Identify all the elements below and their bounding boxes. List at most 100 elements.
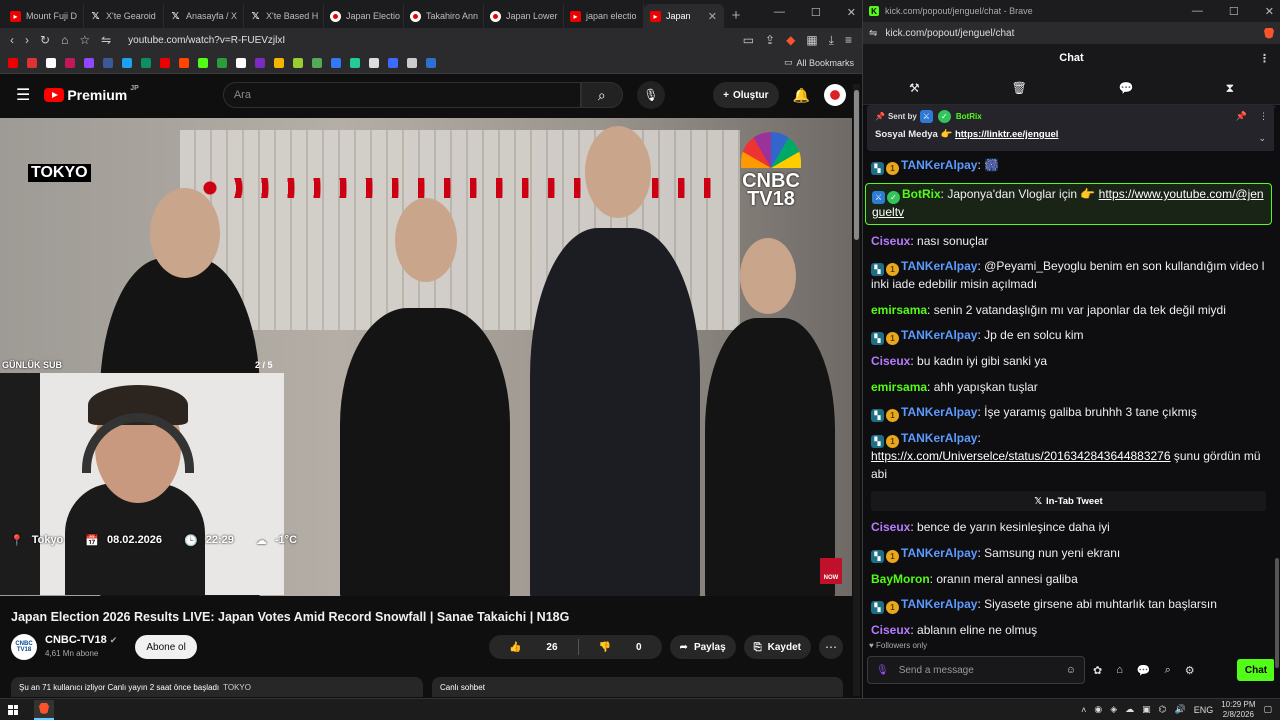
browser-tab[interactable]: ▸ Mount Fuji D [4, 4, 84, 28]
maximize-icon[interactable]: ☐ [1229, 5, 1239, 18]
bookmark-icon[interactable] [388, 57, 398, 68]
bookmark-icon[interactable] [331, 57, 341, 68]
browser-tab[interactable]: 𝕏 Anasayfa / X [164, 4, 244, 28]
bookmark-icon[interactable] [84, 57, 94, 68]
download-icon[interactable]: ⤓ [829, 33, 834, 48]
bookmark-icon[interactable] [160, 57, 170, 68]
bookmark-icon[interactable] [141, 57, 151, 68]
chat-username[interactable]: Ciseux [871, 623, 910, 637]
create-button[interactable]: + Oluştur [713, 82, 779, 108]
close-icon[interactable]: ✕ [1265, 5, 1274, 18]
search-icon[interactable]: ⌕ [1165, 664, 1171, 677]
bookmark-icon[interactable] [293, 57, 303, 68]
brave-shield-icon[interactable]: ◆ [786, 33, 795, 47]
tray-chevron-icon[interactable]: ˄ [1081, 705, 1086, 715]
bookmark-icon[interactable] [369, 57, 379, 68]
bookmark-icon[interactable] [8, 57, 18, 68]
dislike-button[interactable]: 👎 0 [579, 642, 662, 653]
browser-tab[interactable]: 𝕏 X'te Based H [244, 4, 324, 28]
mic-icon[interactable]: 🎙 [876, 665, 889, 676]
pinned-link[interactable]: https://linktr.ee/jenguel [955, 129, 1058, 140]
search-input[interactable]: Ara [222, 82, 581, 108]
emote-picker-icon[interactable]: ✿ [1093, 664, 1102, 677]
reload-icon[interactable]: ↻ [40, 33, 50, 47]
chat-scrollbar[interactable] [1274, 108, 1280, 694]
chat-username[interactable]: emirsama [871, 303, 927, 317]
tray-lang[interactable]: ENG [1194, 705, 1214, 715]
all-bookmarks-button[interactable]: ▭ All Bookmarks [784, 57, 854, 68]
home-icon[interactable]: ⌂ [61, 33, 68, 47]
bookmark-icon[interactable] [312, 57, 322, 68]
chat-username[interactable]: TANKerAlpay [901, 328, 977, 342]
browser-tab[interactable]: Japan Electio [324, 4, 404, 28]
menu-icon[interactable]: ≡ [845, 33, 852, 47]
notifications-bell-icon[interactable]: 🔔 [793, 87, 810, 104]
bookmark-icon[interactable] [217, 57, 227, 68]
network-icon[interactable]: ⌬ [1159, 704, 1167, 715]
forward-icon[interactable]: › [25, 33, 29, 47]
send-chat-button[interactable]: Chat [1237, 659, 1275, 681]
volume-icon[interactable]: 🔊 [1175, 704, 1186, 715]
bookmark-icon[interactable] [274, 57, 284, 68]
site-info-icon[interactable]: ⇋ [101, 33, 111, 47]
in-tab-tweet-button[interactable]: 𝕏 In-Tab Tweet [871, 491, 1266, 511]
bookmark-icon[interactable]: ☆ [79, 33, 90, 47]
hourglass-icon[interactable]: ⧗ [1226, 81, 1234, 96]
bookmark-icon[interactable] [103, 57, 113, 68]
unpin-icon[interactable]: 📌 [1236, 111, 1247, 122]
taskbar-clock[interactable]: 10:29 PM 2/8/2026 [1221, 700, 1255, 720]
chat-username[interactable]: Ciseux [871, 354, 910, 368]
share-icon[interactable]: ⇪ [765, 33, 775, 47]
extensions-icon[interactable]: ▦ [806, 33, 817, 47]
bookmark-icon[interactable] [236, 57, 246, 68]
chat-username[interactable]: TANKerAlpay [901, 405, 977, 419]
bookmark-icon[interactable] [122, 57, 132, 68]
bookmark-icon[interactable] [46, 57, 56, 68]
brave-shield-icon[interactable] [1264, 27, 1274, 39]
page-scrollbar[interactable] [853, 84, 860, 696]
minimize-icon[interactable]: — [774, 6, 785, 19]
gift-icon[interactable]: ⌂ [1116, 664, 1123, 676]
chat-link[interactable]: https://x.com/Universelce/status/2016342… [871, 449, 1171, 463]
chevron-down-icon[interactable]: ⌄ [1258, 133, 1266, 144]
new-tab-icon[interactable]: + [724, 4, 748, 28]
chat-message-input[interactable]: 🎙 Send a message ☺ [867, 656, 1085, 684]
bookmark-icon[interactable] [27, 57, 37, 68]
chat-scrollbar-thumb[interactable] [1275, 558, 1279, 668]
chat-username[interactable]: TANKerAlpay [901, 431, 977, 445]
chat-options-icon[interactable]: ⋮ [1259, 52, 1270, 65]
windows-start-icon[interactable] [8, 704, 18, 715]
brave-taskbar-icon[interactable] [34, 699, 54, 720]
bookmark-icon[interactable] [407, 57, 417, 68]
share-button[interactable]: ➦ Paylaş [669, 635, 736, 659]
chat-bubble-icon[interactable]: 💬 [1119, 81, 1134, 95]
cast-icon[interactable]: ▭ [743, 33, 754, 47]
user-avatar[interactable] [824, 84, 846, 106]
tray-app-icon[interactable]: ◉ [1094, 704, 1102, 715]
live-chat-card[interactable]: Canlı sohbet [432, 677, 843, 697]
more-options-icon[interactable]: ⋯ [819, 635, 843, 659]
live-info-card[interactable]: Şu an 71 kullanıcı izliyor Canlı yayın 2… [11, 677, 423, 697]
like-button[interactable]: 👍 26 [489, 642, 578, 653]
bookmark-icon[interactable] [179, 57, 189, 68]
youtube-logo[interactable]: Premium JP [44, 85, 139, 103]
tray-app-icon[interactable]: ◈ [1110, 704, 1117, 715]
chat-username[interactable]: BotRix [902, 187, 941, 201]
browser-tab[interactable]: 𝕏 X'te Gearoid [84, 4, 164, 28]
browser-tab[interactable]: ▸ Japan ✕ [644, 4, 724, 28]
chat-url[interactable]: kick.com/popout/jenguel/chat [885, 28, 1014, 39]
pinned-options-icon[interactable]: ⋮ [1259, 111, 1268, 122]
url-field[interactable]: youtube.com/watch?v=R-FUEVzjlxI [128, 35, 732, 46]
chat-username[interactable]: BayMoron [871, 572, 930, 586]
chat-username[interactable]: TANKerAlpay [901, 259, 977, 273]
chat-username[interactable]: Ciseux [871, 520, 910, 534]
site-info-icon[interactable]: ⇋ [869, 28, 877, 39]
tray-app-icon[interactable]: ▣ [1142, 704, 1151, 715]
tray-app-icon[interactable]: ☁ [1125, 704, 1134, 715]
bookmark-icon[interactable] [198, 57, 208, 68]
close-icon[interactable]: ✕ [847, 6, 856, 19]
close-tab-icon[interactable]: ✕ [708, 10, 717, 23]
hamburger-menu-icon[interactable]: ☰ [16, 85, 30, 105]
chat-bubble-icon[interactable]: 💬 [1137, 664, 1151, 677]
chat-username[interactable]: TANKerAlpay [901, 597, 977, 611]
